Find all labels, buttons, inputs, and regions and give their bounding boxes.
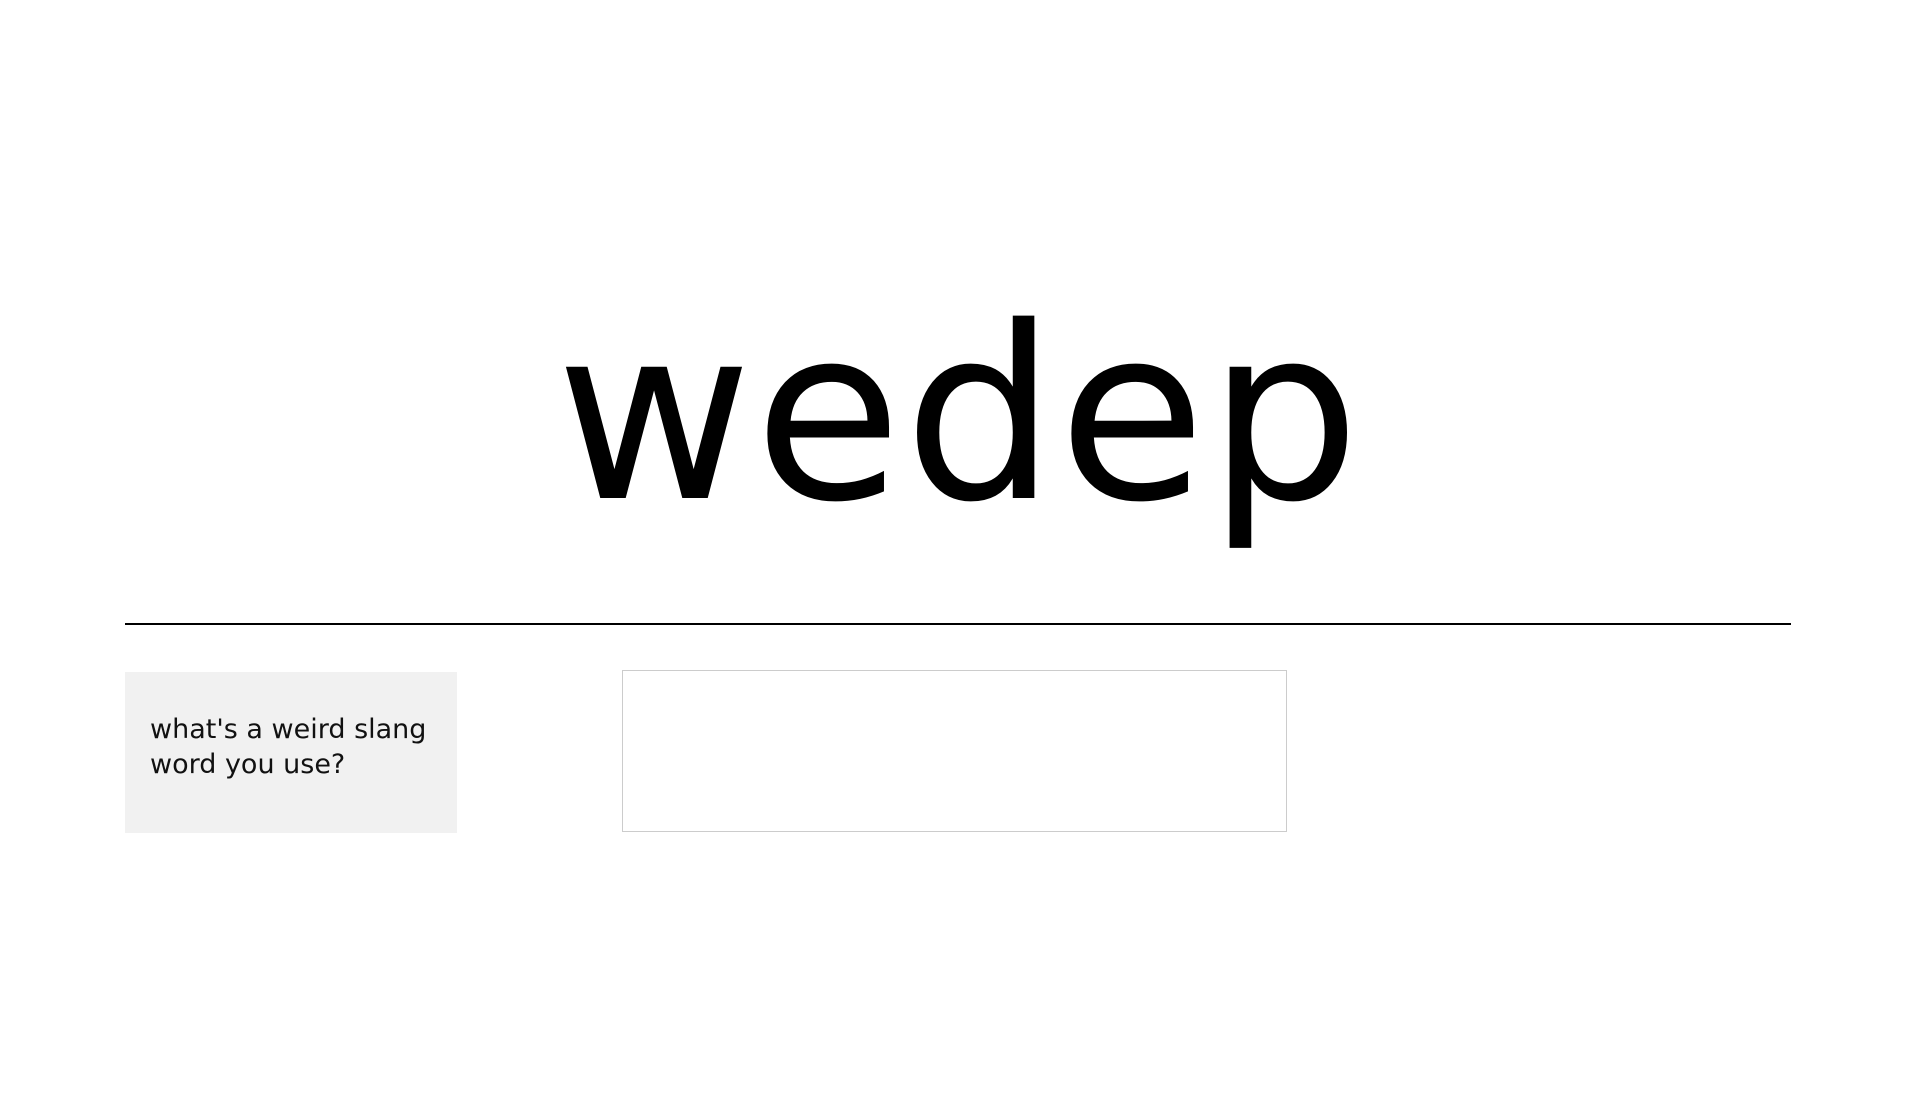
site-title: wedep bbox=[555, 275, 1363, 555]
divider bbox=[125, 623, 1791, 625]
page: wedep what's a weird slang word you use? bbox=[0, 0, 1918, 1110]
answer-input[interactable] bbox=[622, 670, 1287, 832]
question-text: what's a weird slang word you use? bbox=[150, 714, 427, 780]
question-prompt: what's a weird slang word you use? bbox=[125, 672, 457, 833]
